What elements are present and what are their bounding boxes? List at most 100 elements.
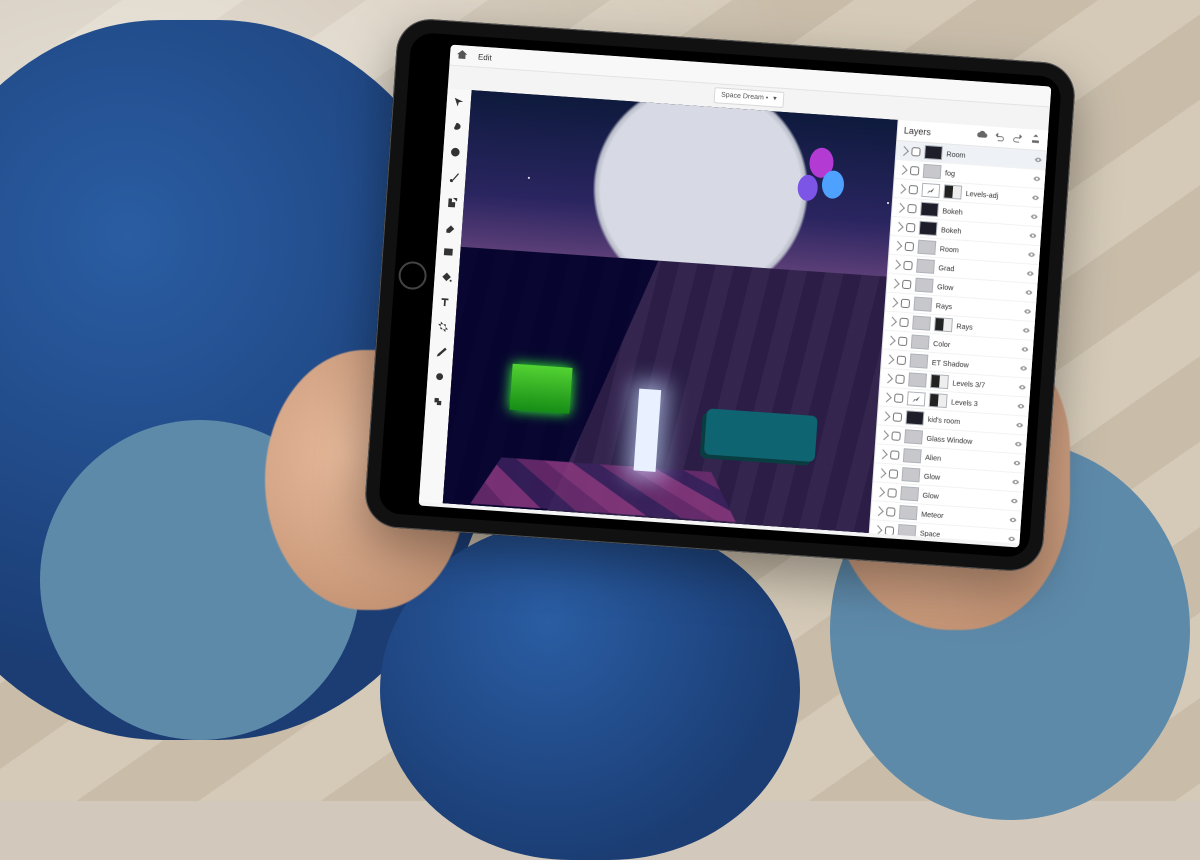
layer-thumb xyxy=(915,278,934,293)
layer-select-checkbox[interactable] xyxy=(899,317,909,327)
visibility-icon[interactable] xyxy=(1007,535,1016,544)
visibility-icon[interactable] xyxy=(1019,364,1028,373)
layer-mask-thumb xyxy=(930,374,949,389)
undo-icon[interactable] xyxy=(993,130,1006,145)
move-tool[interactable] xyxy=(451,95,466,110)
crop-tool[interactable] xyxy=(436,319,451,334)
layer-select-checkbox[interactable] xyxy=(895,374,905,384)
layer-select-checkbox[interactable] xyxy=(903,260,913,270)
layer-select-checkbox[interactable] xyxy=(898,336,908,346)
home-icon[interactable] xyxy=(456,48,469,63)
expand-icon[interactable] xyxy=(873,525,883,535)
visibility-icon[interactable] xyxy=(1015,421,1024,430)
layer-select-checkbox[interactable] xyxy=(889,469,899,479)
lasso-tool[interactable] xyxy=(450,120,465,135)
visibility-icon[interactable] xyxy=(1027,250,1036,259)
expand-icon[interactable] xyxy=(874,506,884,516)
expand-icon[interactable] xyxy=(892,240,902,250)
document-tab[interactable]: Space Dream • ▾ xyxy=(714,87,785,108)
quick-select-tool[interactable] xyxy=(448,145,463,160)
canvas-area[interactable] xyxy=(443,90,899,533)
expand-icon[interactable] xyxy=(894,221,904,231)
layer-name: kid's room xyxy=(928,414,1012,429)
clone-tool[interactable] xyxy=(444,195,459,210)
visibility-icon[interactable] xyxy=(1009,516,1018,525)
expand-icon[interactable] xyxy=(885,354,895,364)
layer-select-checkbox[interactable] xyxy=(911,147,921,157)
visibility-icon[interactable] xyxy=(1034,156,1043,165)
layer-select-checkbox[interactable] xyxy=(891,431,901,441)
visibility-icon[interactable] xyxy=(1011,478,1020,487)
menu-edit[interactable]: Edit xyxy=(478,52,492,62)
eyedrop-tool[interactable] xyxy=(434,344,449,359)
visibility-icon[interactable] xyxy=(1026,269,1035,278)
expand-icon[interactable] xyxy=(877,468,887,478)
visibility-icon[interactable] xyxy=(1018,383,1027,392)
layer-select-checkbox[interactable] xyxy=(910,165,920,175)
expand-icon[interactable] xyxy=(887,316,897,326)
expand-icon[interactable] xyxy=(891,259,901,269)
expand-icon[interactable] xyxy=(879,430,889,440)
layer-name: Rays xyxy=(936,301,1020,316)
layer-select-checkbox[interactable] xyxy=(901,298,911,308)
layer-thumb xyxy=(903,448,922,463)
visibility-icon[interactable] xyxy=(1021,345,1030,354)
layer-select-checkbox[interactable] xyxy=(902,279,912,289)
layer-thumb xyxy=(912,316,931,331)
layer-name: Levels 3/7 xyxy=(952,378,1014,391)
eraser-tool[interactable] xyxy=(443,220,458,235)
expand-icon[interactable] xyxy=(896,183,906,193)
layer-select-checkbox[interactable] xyxy=(905,241,915,251)
document-title: Space Dream • xyxy=(721,92,769,102)
layer-thumb xyxy=(917,240,936,255)
expand-icon[interactable] xyxy=(899,146,909,156)
visibility-icon[interactable] xyxy=(1017,402,1026,411)
visibility-icon[interactable] xyxy=(1010,497,1019,506)
expand-icon[interactable] xyxy=(882,392,892,402)
brush-tool[interactable] xyxy=(446,170,461,185)
visibility-icon[interactable] xyxy=(1025,288,1034,297)
layer-name: Room xyxy=(946,149,1030,164)
layer-select-checkbox[interactable] xyxy=(906,222,916,232)
layer-select-checkbox[interactable] xyxy=(893,412,903,422)
layer-select-checkbox[interactable] xyxy=(885,526,895,536)
visibility-icon[interactable] xyxy=(1029,231,1038,240)
visibility-icon[interactable] xyxy=(1031,194,1040,203)
expand-icon[interactable] xyxy=(878,449,888,459)
cloud-sync-icon[interactable] xyxy=(975,128,988,143)
expand-icon[interactable] xyxy=(888,297,898,307)
color-swap-tool[interactable] xyxy=(430,394,445,409)
layer-thumb xyxy=(897,524,916,539)
gradient-tool[interactable] xyxy=(441,244,456,259)
layer-name: Rays xyxy=(956,321,1018,334)
layer-select-checkbox[interactable] xyxy=(909,184,919,194)
layer-select-checkbox[interactable] xyxy=(890,450,900,460)
visibility-icon[interactable] xyxy=(1013,459,1022,468)
artwork-tv xyxy=(509,364,572,414)
bucket-tool[interactable] xyxy=(439,269,454,284)
layer-select-checkbox[interactable] xyxy=(897,355,907,365)
visibility-icon[interactable] xyxy=(1022,326,1031,335)
layer-select-checkbox[interactable] xyxy=(894,393,904,403)
export-icon[interactable] xyxy=(1029,132,1042,147)
type-tool[interactable] xyxy=(437,294,452,309)
expand-icon[interactable] xyxy=(886,335,896,345)
layer-select-checkbox[interactable] xyxy=(907,203,917,213)
visibility-icon[interactable] xyxy=(1023,307,1032,316)
expand-icon[interactable] xyxy=(890,278,900,288)
expand-icon[interactable] xyxy=(895,202,905,212)
visibility-icon[interactable] xyxy=(1014,440,1023,449)
layer-name: Glow xyxy=(922,490,1006,505)
redo-icon[interactable] xyxy=(1011,131,1024,146)
expand-icon[interactable] xyxy=(875,487,885,497)
visibility-icon[interactable] xyxy=(1033,175,1042,184)
layers-list: RoomfogLevels-adjBokehBokehRoomGradGlowR… xyxy=(870,141,1047,544)
expand-icon[interactable] xyxy=(883,373,893,383)
layer-select-checkbox[interactable] xyxy=(887,488,897,498)
expand-icon[interactable] xyxy=(898,165,908,175)
expand-icon[interactable] xyxy=(881,411,891,421)
visibility-icon[interactable] xyxy=(1030,212,1039,221)
layer-select-checkbox[interactable] xyxy=(886,507,896,517)
spot-heal-tool[interactable] xyxy=(432,369,447,384)
layer-name: Glass Window xyxy=(926,433,1010,448)
